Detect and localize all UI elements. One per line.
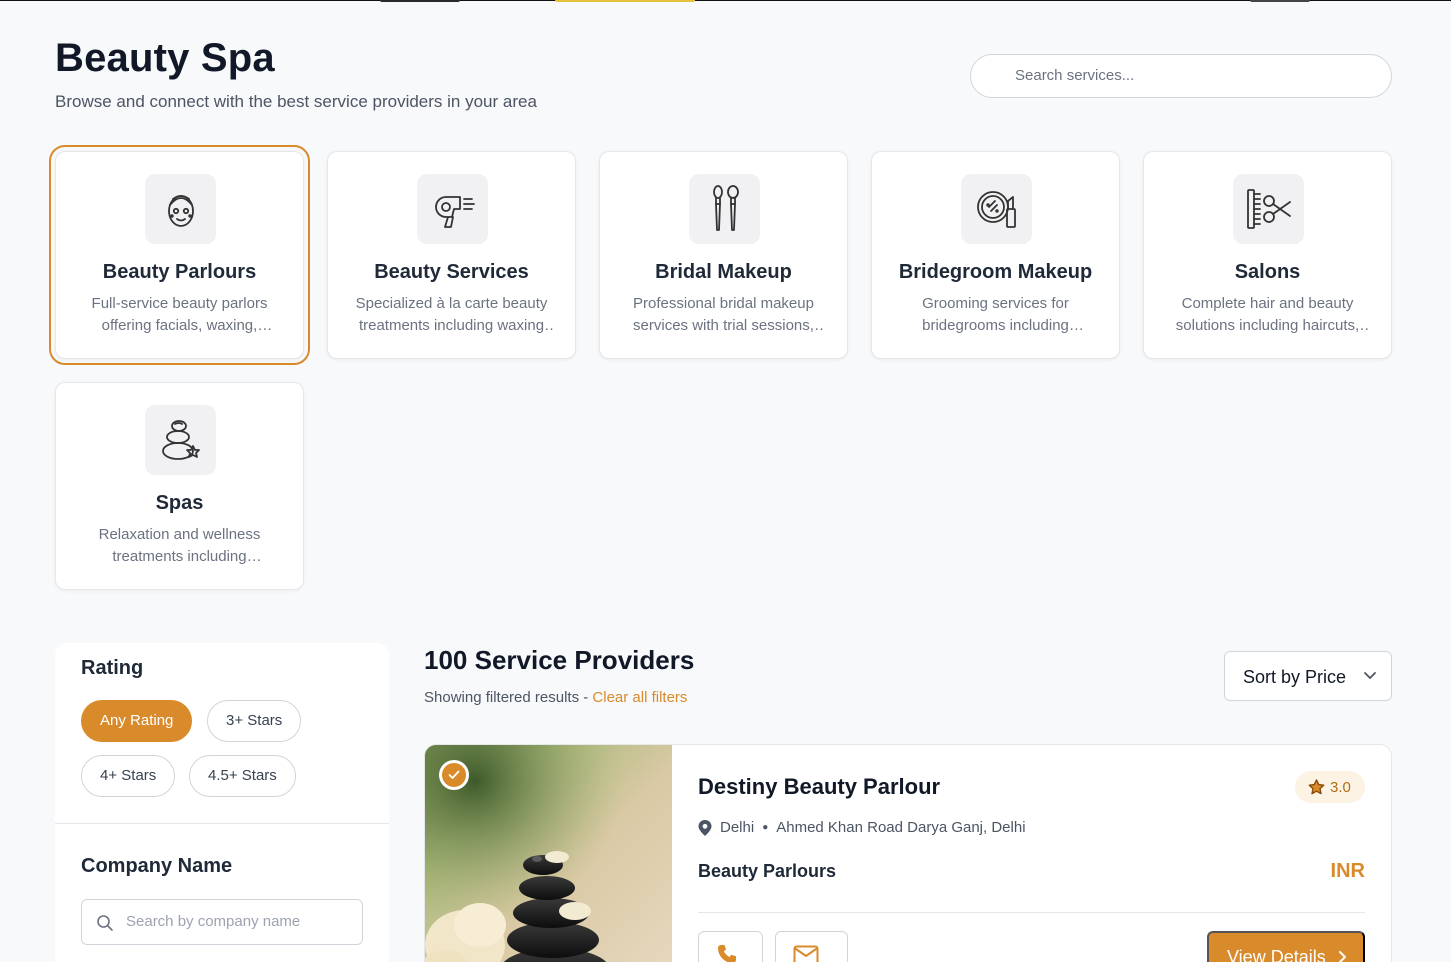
results-count: 100 Service Providers <box>424 645 695 675</box>
location-pin-icon <box>698 819 712 836</box>
rating-value: 3.0 <box>1330 779 1351 796</box>
provider-name[interactable]: Destiny Beauty Parlour <box>698 774 940 800</box>
location-separator: ● <box>762 822 769 833</box>
category-title: Beauty Parlours <box>102 261 257 283</box>
view-details-label: View Details <box>1227 947 1326 962</box>
face-mask-icon <box>145 174 216 244</box>
search-input[interactable] <box>1015 67 1375 84</box>
filter-divider <box>55 823 389 824</box>
chevron-right-icon <box>1339 951 1346 962</box>
category-title: Bridegroom Makeup <box>898 261 1093 283</box>
category-title: Beauty Services <box>374 261 529 283</box>
provider-category: Beauty Parlours <box>698 861 837 881</box>
rating-badge: 3.0 <box>1295 771 1365 803</box>
filters-panel: Rating Any Rating 3+ Stars 4+ Stars 4.5+… <box>55 643 389 962</box>
email-button[interactable] <box>775 931 848 962</box>
sort-dropdown[interactable]: Sort by Price <box>1224 651 1392 701</box>
provider-photo <box>425 745 672 962</box>
page-subtitle: Browse and connect with the best service… <box>55 92 537 111</box>
category-description: Specialized à la carte beauty treatments… <box>355 295 548 334</box>
top-border <box>0 0 1451 1</box>
card-divider <box>698 912 1365 913</box>
verified-badge <box>439 760 469 790</box>
category-card-bridegroom-makeup[interactable]: Bridegroom Makeup Grooming services for … <box>871 151 1120 359</box>
category-title: Spas <box>155 492 204 514</box>
rating-3-stars-chip[interactable]: 3+ Stars <box>207 700 302 742</box>
rating-any-chip[interactable]: Any Rating <box>81 700 193 742</box>
category-card-spas[interactable]: Spas Relaxation and wellness treatments … <box>55 382 304 590</box>
check-icon <box>448 770 460 779</box>
category-title: Salons <box>1234 261 1301 283</box>
provider-card[interactable]: Destiny Beauty Parlour 3.0 Delhi ● Ahmed… <box>424 744 1392 962</box>
category-description: Grooming services for bridegrooms includ… <box>922 295 1069 334</box>
top-decoration <box>380 0 460 2</box>
results-status: Showing filtered results - Clear all fil… <box>424 689 687 706</box>
top-decoration <box>1250 0 1310 2</box>
provider-city: Delhi <box>720 819 755 836</box>
rating-heading: Rating <box>81 657 144 679</box>
company-search-input[interactable] <box>126 913 346 930</box>
category-title: Bridal Makeup <box>655 261 792 283</box>
category-description: Professional bridal makeup services with… <box>633 295 814 334</box>
showing-text: Showing filtered results - <box>424 689 593 706</box>
category-description: Full-service beauty parlors offering fac… <box>91 295 268 334</box>
service-search[interactable] <box>970 54 1392 98</box>
company-search[interactable] <box>81 899 363 945</box>
phone-icon <box>718 945 736 962</box>
spa-stones-icon <box>145 405 216 475</box>
rating-4-stars-chip[interactable]: 4+ Stars <box>81 755 176 797</box>
rating-4-5-stars-chip[interactable]: 4.5+ Stars <box>189 755 296 797</box>
category-card-beauty-services[interactable]: Beauty Services Specialized à la carte b… <box>327 151 576 359</box>
category-card-beauty-parlours[interactable]: Beauty Parlours Full-service beauty parl… <box>49 145 310 365</box>
provider-currency: INR <box>1330 860 1365 882</box>
hair-dryer-icon <box>417 174 488 244</box>
provider-address: Ahmed Khan Road Darya Ganj, Delhi <box>776 819 1026 836</box>
company-name-heading: Company Name <box>81 855 233 877</box>
clear-filters-link[interactable]: Clear all filters <box>592 689 687 706</box>
mail-icon <box>793 945 819 962</box>
chevron-down-icon <box>1364 672 1376 680</box>
comb-scissors-icon <box>1233 174 1304 244</box>
category-description: Complete hair and beauty solutions inclu… <box>1175 295 1360 334</box>
star-icon <box>1308 779 1325 795</box>
view-details-button[interactable]: View Details <box>1207 931 1365 962</box>
category-description: Relaxation and wellness treatments inclu… <box>98 526 261 565</box>
category-card-bridal-makeup[interactable]: Bridal Makeup Professional bridal makeup… <box>599 151 848 359</box>
page-title: Beauty Spa <box>55 36 275 80</box>
category-card-salons[interactable]: Salons Complete hair and beauty solution… <box>1143 151 1392 359</box>
call-button[interactable] <box>698 931 763 962</box>
search-icon <box>97 915 113 931</box>
sort-label: Sort by Price <box>1243 667 1347 687</box>
makeup-brushes-icon <box>689 174 760 244</box>
mirror-lipstick-icon <box>961 174 1032 244</box>
top-decoration <box>555 0 695 2</box>
provider-location: Delhi ● Ahmed Khan Road Darya Ganj, Delh… <box>698 819 1026 836</box>
